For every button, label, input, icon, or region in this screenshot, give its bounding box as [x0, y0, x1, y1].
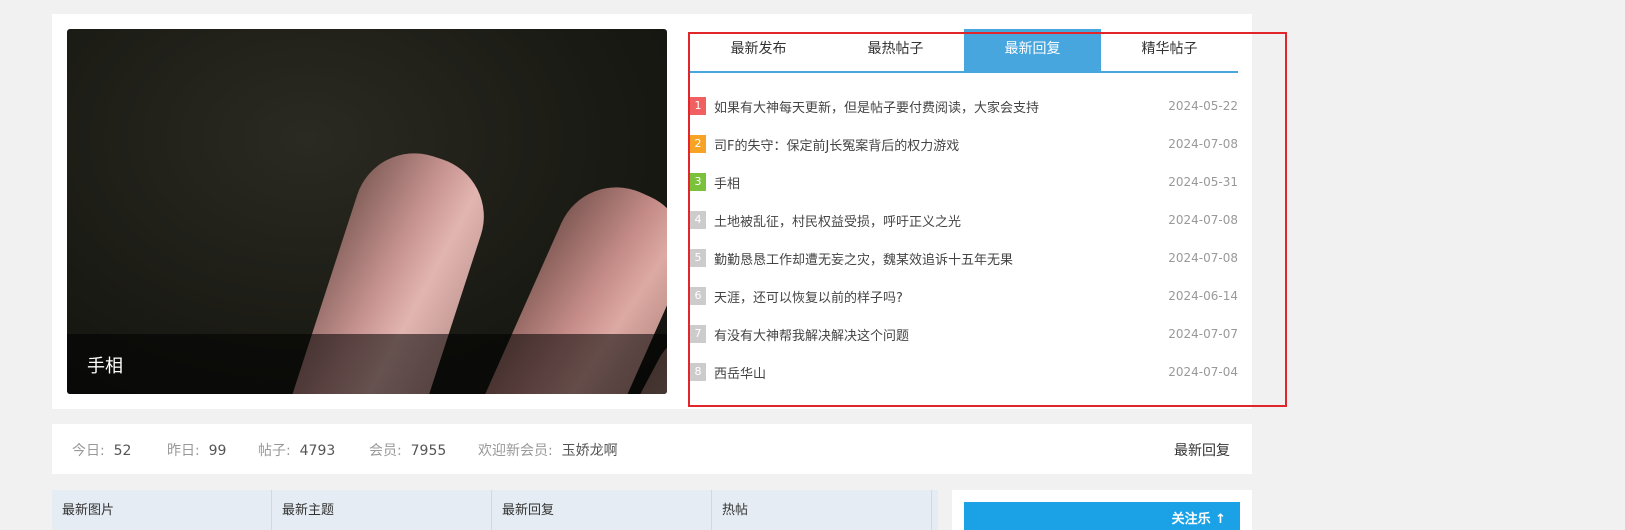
photo-caption[interactable]: 手相 [87, 352, 123, 378]
latest-replies-link[interactable]: 最新回复 [1174, 440, 1230, 460]
follow-banner-label: 关注乐 ↑ [1171, 512, 1226, 527]
tab-hot-threads[interactable]: 热帖 [712, 490, 932, 530]
stat-members: 会员: 7955 [369, 443, 447, 459]
tab-latest-replies-bottom[interactable]: 最新回复 [492, 490, 712, 530]
right-panel: 关注乐 ↑ [952, 490, 1252, 530]
stat-today: 今日: 52 [72, 443, 132, 459]
stat-yesterday: 昨日: 99 [167, 443, 227, 459]
photo-caption-bar: 手相 [67, 334, 667, 394]
tab-latest-images[interactable]: 最新图片 [52, 490, 272, 530]
forum-stats-bar: 今日: 52 昨日: 99 帖子: 4793 会员: 7955 欢迎新会员: 玉… [52, 424, 1252, 474]
highlight-box [688, 32, 1287, 407]
tab-latest-topics[interactable]: 最新主题 [272, 490, 492, 530]
bottom-tabs: 最新图片 最新主题 最新回复 热帖 [52, 490, 938, 530]
stat-welcome: 欢迎新会员: 玉娇龙啊 [478, 443, 618, 459]
new-member-link[interactable]: 玉娇龙啊 [562, 443, 618, 459]
follow-banner[interactable]: 关注乐 ↑ [964, 502, 1240, 530]
featured-photo[interactable]: 手相 [67, 29, 667, 394]
stat-posts: 帖子: 4793 [258, 443, 336, 459]
